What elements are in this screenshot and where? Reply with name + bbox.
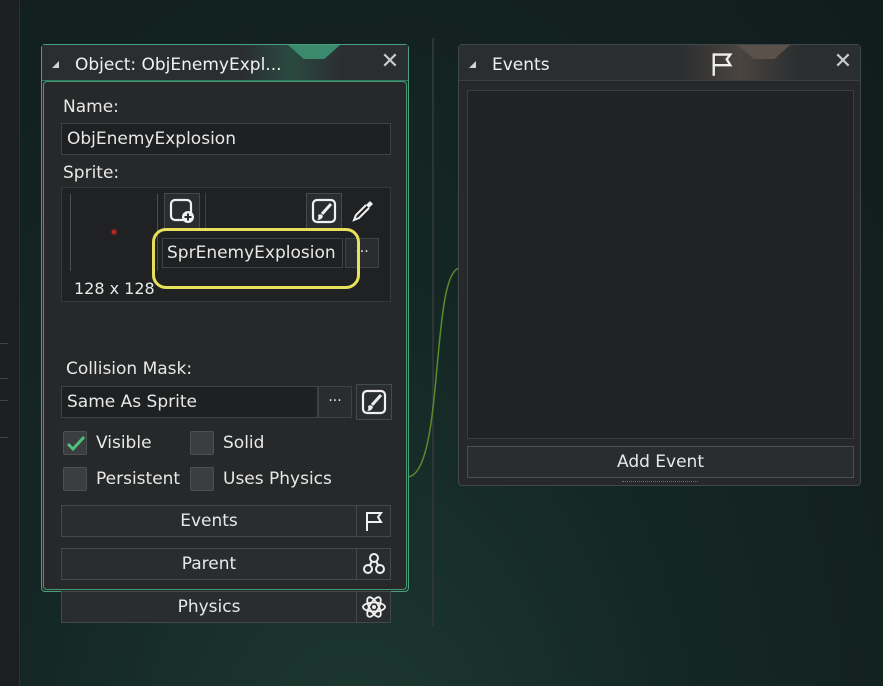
eyedropper-icon: [352, 201, 373, 222]
sprite-preview[interactable]: [70, 194, 158, 271]
add-event-button[interactable]: Add Event: [467, 446, 854, 478]
events-button[interactable]: Events: [61, 505, 391, 537]
sprite-toolbar-divider: [205, 193, 206, 229]
edit-sprite-button[interactable]: [306, 193, 342, 229]
eyedropper-button[interactable]: [345, 193, 381, 229]
header-notch: [288, 45, 340, 59]
solid-checkbox[interactable]: [190, 431, 214, 455]
atom-icon: [356, 592, 390, 622]
events-link-curve: [406, 267, 461, 478]
flag-icon: [356, 506, 390, 536]
events-button-label: Events: [180, 511, 238, 531]
collision-mask-label: Collision Mask:: [66, 359, 193, 379]
sprite-label: Sprite:: [63, 163, 120, 183]
object-name-field[interactable]: ObjEnemyExplosion: [61, 123, 391, 155]
edit-image-icon: [361, 389, 387, 415]
header-notch: [738, 45, 790, 59]
sidebar-tick: [0, 400, 8, 401]
sprite-highlight-callout: [152, 228, 360, 289]
persistent-checkbox[interactable]: [63, 467, 87, 491]
sidebar-tick: [0, 343, 8, 344]
left-sidebar-edge: [0, 0, 20, 686]
sprite-size-label: 128 x 128: [74, 279, 155, 298]
object-panel-title: Object: ObjEnemyExpl...: [75, 55, 282, 75]
resize-grip[interactable]: [622, 481, 698, 484]
new-sprite-button[interactable]: [164, 193, 200, 229]
close-icon[interactable]: ✕: [379, 51, 401, 74]
visible-label: Visible: [96, 433, 152, 453]
visible-checkbox[interactable]: [63, 431, 87, 455]
name-label: Name:: [63, 97, 119, 117]
uses-physics-label: Uses Physics: [223, 469, 332, 489]
flag-icon: [712, 53, 733, 76]
object-panel-body: Name: ObjEnemyExplosion Sprite: 128 x 12…: [43, 81, 407, 623]
object-editor-panel: Object: ObjEnemyExpl... ✕ Name: ObjEnemy…: [41, 44, 409, 623]
physics-button[interactable]: Physics: [61, 591, 391, 623]
edit-image-icon: [311, 198, 337, 224]
physics-button-label: Physics: [177, 597, 241, 617]
add-sprite-icon: [169, 198, 194, 223]
collapse-triangle-icon[interactable]: [469, 61, 476, 68]
checkmark-icon: [66, 435, 86, 452]
parent-button[interactable]: Parent: [61, 548, 391, 580]
object-panel-header[interactable]: Object: ObjEnemyExpl... ✕: [42, 45, 408, 81]
sidebar-tick: [0, 437, 8, 438]
events-panel: Events ✕ Add Event: [458, 44, 861, 486]
sidebar-tick: [0, 378, 8, 379]
close-icon[interactable]: ✕: [832, 51, 854, 74]
collision-mask-select-button[interactable]: ···: [318, 386, 352, 418]
hierarchy-icon: [356, 549, 390, 579]
persistent-label: Persistent: [96, 469, 181, 489]
events-panel-title: Events: [492, 55, 550, 75]
collision-mask-field[interactable]: Same As Sprite: [61, 386, 318, 418]
solid-label: Solid: [223, 433, 265, 453]
events-panel-header[interactable]: Events ✕: [459, 45, 860, 81]
uses-physics-checkbox[interactable]: [190, 467, 214, 491]
parent-button-label: Parent: [181, 554, 237, 574]
collapse-triangle-icon[interactable]: [52, 61, 59, 68]
edit-mask-button[interactable]: [356, 384, 392, 420]
sprite-thumbnail-pixel: [112, 230, 116, 234]
event-list[interactable]: [467, 90, 854, 439]
